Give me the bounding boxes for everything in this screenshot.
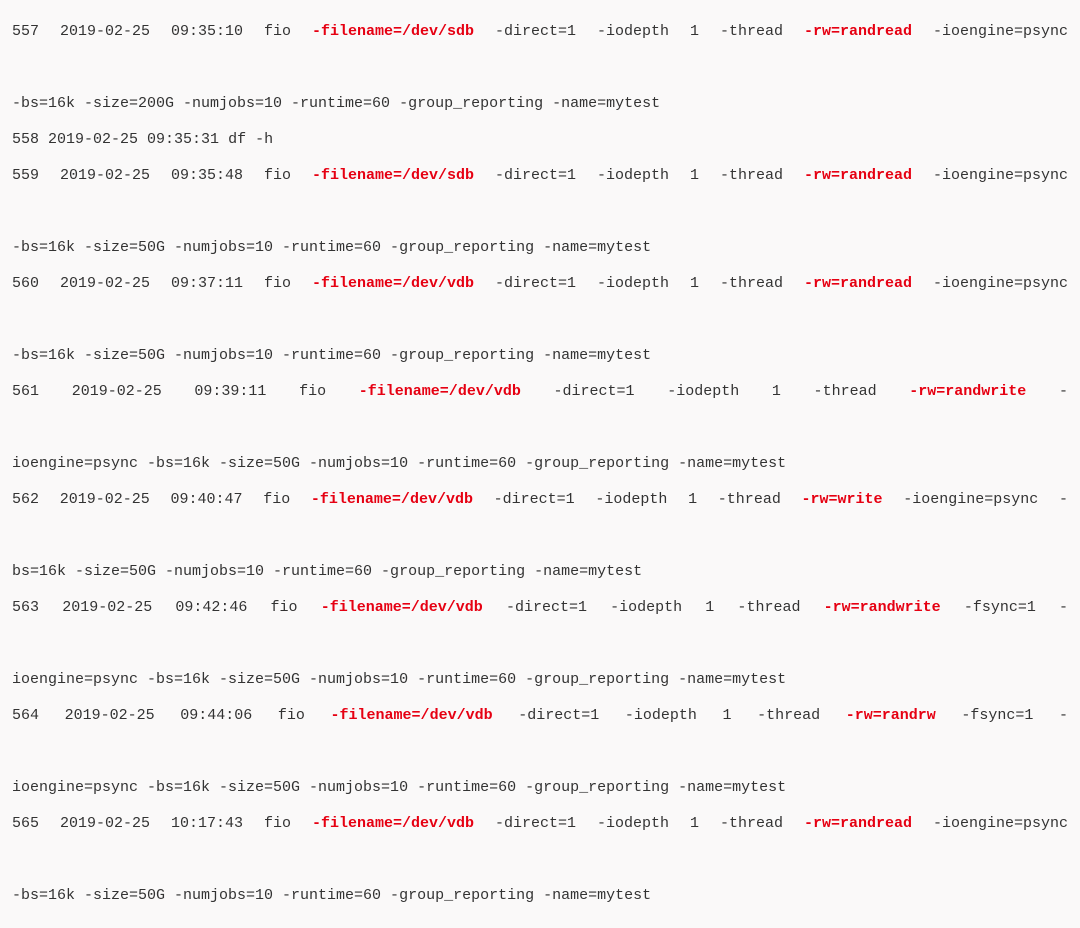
history-line-cont: bs=16k -size=50G -numjobs=10 -runtime=60… bbox=[12, 554, 1068, 590]
highlight-arg: -rw=randrw bbox=[846, 707, 936, 724]
history-number: 557 bbox=[12, 23, 39, 40]
command-arg: -direct=1 -iodepth 1 -thread bbox=[495, 275, 783, 292]
history-timestamp: 2019-02-25 09:40:47 bbox=[60, 491, 243, 508]
highlight-arg: -filename=/dev/sdb bbox=[312, 23, 474, 40]
history-timestamp: 2019-02-25 09:35:48 bbox=[60, 167, 243, 184]
history-line: 563 2019-02-25 09:42:46 fio -filename=/d… bbox=[12, 590, 1068, 662]
command-name: fio bbox=[264, 23, 291, 40]
command-name: fio bbox=[264, 167, 291, 184]
history-line: 562 2019-02-25 09:40:47 fio -filename=/d… bbox=[12, 482, 1068, 554]
history-line: 557 2019-02-25 09:35:10 fio -filename=/d… bbox=[12, 14, 1068, 86]
history-line: 564 2019-02-25 09:44:06 fio -filename=/d… bbox=[12, 698, 1068, 770]
highlight-arg: -rw=randread bbox=[804, 815, 912, 832]
history-line-cont: -bs=16k -size=50G -numjobs=10 -runtime=6… bbox=[12, 878, 1068, 914]
history-line-cont: -bs=16k -size=50G -numjobs=10 -runtime=6… bbox=[12, 338, 1068, 374]
history-line: 560 2019-02-25 09:37:11 fio -filename=/d… bbox=[12, 266, 1068, 338]
shell-history-output: 557 2019-02-25 09:35:10 fio -filename=/d… bbox=[12, 14, 1068, 914]
command-arg: ioengine=psync -bs=16k -size=50G -numjob… bbox=[12, 671, 786, 688]
history-number: 558 bbox=[12, 131, 39, 148]
command-arg: -bs=16k -size=50G -numjobs=10 -runtime=6… bbox=[12, 887, 651, 904]
history-line-cont: ioengine=psync -bs=16k -size=50G -numjob… bbox=[12, 770, 1068, 806]
command-arg: bs=16k -size=50G -numjobs=10 -runtime=60… bbox=[12, 563, 642, 580]
command-arg: -direct=1 -iodepth 1 -thread bbox=[495, 23, 783, 40]
command-arg: -bs=16k -size=50G -numjobs=10 -runtime=6… bbox=[12, 347, 651, 364]
history-line-cont: ioengine=psync -bs=16k -size=50G -numjob… bbox=[12, 662, 1068, 698]
highlight-arg: -filename=/dev/vdb bbox=[311, 491, 473, 508]
highlight-arg: -rw=randread bbox=[804, 275, 912, 292]
history-timestamp: 2019-02-25 09:39:11 bbox=[72, 383, 267, 400]
history-line-cont: ioengine=psync -bs=16k -size=50G -numjob… bbox=[12, 446, 1068, 482]
command-name: fio bbox=[299, 383, 326, 400]
command-arg: -fsync=1 - bbox=[964, 599, 1068, 616]
history-number: 562 bbox=[12, 491, 39, 508]
command-name: fio bbox=[264, 815, 291, 832]
command-arg: -direct=1 -iodepth 1 -thread bbox=[494, 491, 781, 508]
history-line: 558 2019-02-25 09:35:31 df -h bbox=[12, 122, 1068, 158]
command-name: fio bbox=[271, 599, 298, 616]
history-timestamp: 2019-02-25 10:17:43 bbox=[60, 815, 243, 832]
command-name: fio bbox=[263, 491, 290, 508]
highlight-arg: -rw=write bbox=[802, 491, 883, 508]
history-line: 565 2019-02-25 10:17:43 fio -filename=/d… bbox=[12, 806, 1068, 878]
history-line-cont: -bs=16k -size=50G -numjobs=10 -runtime=6… bbox=[12, 230, 1068, 266]
command-arg: -fsync=1 - bbox=[961, 707, 1068, 724]
history-number: 564 bbox=[12, 707, 39, 724]
command-arg: -ioengine=psync bbox=[933, 167, 1068, 184]
history-timestamp: 2019-02-25 09:35:31 bbox=[48, 131, 219, 148]
history-number: 565 bbox=[12, 815, 39, 832]
history-number: 559 bbox=[12, 167, 39, 184]
highlight-arg: -filename=/dev/vdb bbox=[321, 599, 483, 616]
history-number: 561 bbox=[12, 383, 39, 400]
highlight-arg: -rw=randwrite bbox=[824, 599, 941, 616]
history-line-cont: -bs=16k -size=200G -numjobs=10 -runtime=… bbox=[12, 86, 1068, 122]
command-arg: -direct=1 -iodepth 1 -thread bbox=[506, 599, 801, 616]
highlight-arg: -filename=/dev/vdb bbox=[331, 707, 493, 724]
command-arg: -bs=16k -size=50G -numjobs=10 -runtime=6… bbox=[12, 239, 651, 256]
history-timestamp: 2019-02-25 09:42:46 bbox=[62, 599, 247, 616]
history-line: 559 2019-02-25 09:35:48 fio -filename=/d… bbox=[12, 158, 1068, 230]
command-arg: -ioengine=psync - bbox=[903, 491, 1068, 508]
highlight-arg: -filename=/dev/vdb bbox=[359, 383, 521, 400]
highlight-arg: -rw=randwrite bbox=[909, 383, 1026, 400]
command-arg: -direct=1 -iodepth 1 -thread bbox=[495, 167, 783, 184]
command-arg: -ioengine=psync bbox=[933, 23, 1068, 40]
command-arg: -ioengine=psync bbox=[933, 815, 1068, 832]
command-arg: -direct=1 -iodepth 1 -thread bbox=[495, 815, 783, 832]
command-arg: -direct=1 -iodepth 1 -thread bbox=[518, 707, 820, 724]
command-arg: ioengine=psync -bs=16k -size=50G -numjob… bbox=[12, 779, 786, 796]
highlight-arg: -filename=/dev/sdb bbox=[312, 167, 474, 184]
highlight-arg: -rw=randread bbox=[804, 23, 912, 40]
history-timestamp: 2019-02-25 09:37:11 bbox=[60, 275, 243, 292]
highlight-arg: -rw=randread bbox=[804, 167, 912, 184]
command-name: df -h bbox=[228, 131, 273, 148]
command-arg: -direct=1 -iodepth 1 -thread bbox=[554, 383, 877, 400]
history-timestamp: 2019-02-25 09:35:10 bbox=[60, 23, 243, 40]
history-number: 563 bbox=[12, 599, 39, 616]
command-name: fio bbox=[264, 275, 291, 292]
command-arg: -ioengine=psync bbox=[933, 275, 1068, 292]
history-line: 561 2019-02-25 09:39:11 fio -filename=/d… bbox=[12, 374, 1068, 446]
history-timestamp: 2019-02-25 09:44:06 bbox=[65, 707, 253, 724]
command-arg: -bs=16k -size=200G -numjobs=10 -runtime=… bbox=[12, 95, 660, 112]
command-arg: - bbox=[1059, 383, 1068, 400]
command-arg: ioengine=psync -bs=16k -size=50G -numjob… bbox=[12, 455, 786, 472]
command-name: fio bbox=[278, 707, 305, 724]
highlight-arg: -filename=/dev/vdb bbox=[312, 275, 474, 292]
history-number: 560 bbox=[12, 275, 39, 292]
highlight-arg: -filename=/dev/vdb bbox=[312, 815, 474, 832]
